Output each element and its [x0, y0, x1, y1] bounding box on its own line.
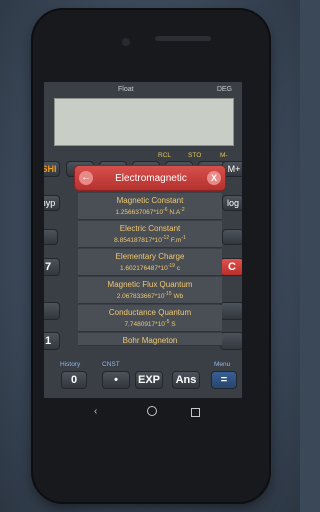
- key-labels-row: RCL STO M-: [44, 150, 242, 160]
- constant-value: 8.854187817*10-12 F.m-1: [114, 235, 186, 245]
- zero-key[interactable]: 0: [61, 371, 87, 389]
- exp-key[interactable]: EXP: [135, 371, 163, 389]
- speaker: [155, 36, 211, 41]
- hyp-key[interactable]: hyp: [44, 195, 60, 211]
- constant-value: 2.067833667*10-15 Wb: [116, 291, 184, 301]
- constant-item[interactable]: Conductance Quantum 7.7480917*10-5 S: [78, 305, 222, 332]
- ans-key[interactable]: Ans: [172, 371, 200, 389]
- home-nav-icon[interactable]: [147, 406, 157, 416]
- constant-item[interactable]: Bohr Magneton: [78, 333, 222, 346]
- menu-label: Menu: [214, 361, 231, 368]
- recents-nav-icon[interactable]: [191, 408, 200, 417]
- status-row: Float DEG: [44, 82, 242, 98]
- constant-value: 7.7480917*10-5 S: [124, 319, 176, 329]
- rcl-label: RCL: [158, 152, 172, 159]
- constants-dialog: ← Electromagnetic X Magnetic Constant 1.2…: [74, 165, 226, 353]
- constant-item[interactable]: Magnetic Flux Quantum 2.067833667*10-15 W…: [78, 277, 222, 304]
- constant-item[interactable]: Magnetic Constant 1.256637067*10-6 N.A-2: [78, 193, 222, 220]
- constant-item[interactable]: Electric Constant 8.854187817*10-12 F.m-1: [78, 221, 222, 248]
- constant-value: 1.256637067*10-6 N.A-2: [115, 207, 185, 217]
- cnst-label: CNST: [102, 361, 120, 368]
- seven-key[interactable]: 7: [44, 258, 60, 276]
- constant-name: Conductance Quantum: [108, 308, 192, 317]
- lcd-display: [54, 98, 234, 146]
- key-row3-1[interactable]: [44, 229, 58, 245]
- constant-value: 1.602176487*10-19 c: [119, 263, 180, 273]
- constant-name: Elementary Charge: [115, 252, 185, 261]
- one-key[interactable]: 1: [44, 332, 60, 350]
- dialog-header: ← Electromagnetic X: [74, 165, 226, 191]
- constant-item[interactable]: Elementary Charge 1.602176487*10-19 c: [78, 249, 222, 276]
- angle-mode[interactable]: DEG: [217, 86, 232, 93]
- mminus-label: M-: [220, 152, 228, 159]
- android-nav-bar: ‹: [44, 400, 242, 424]
- key-row5-1[interactable]: [44, 302, 60, 320]
- constant-name: Bohr Magneton: [122, 336, 178, 345]
- dot-key[interactable]: •: [102, 371, 130, 389]
- camera: [122, 38, 130, 46]
- history-label: History: [60, 361, 81, 368]
- sto-label: STO: [188, 152, 202, 159]
- float-mode[interactable]: Float: [118, 86, 134, 93]
- back-nav-icon[interactable]: ‹: [94, 406, 97, 417]
- constant-name: Electric Constant: [119, 224, 181, 233]
- close-icon[interactable]: X: [207, 171, 221, 185]
- shift-key[interactable]: SHI: [44, 161, 60, 177]
- dialog-title: Electromagnetic: [115, 173, 187, 184]
- constant-name: Magnetic Constant: [116, 196, 184, 205]
- equals-key[interactable]: =: [211, 371, 237, 389]
- constant-name: Magnetic Flux Quantum: [107, 280, 193, 289]
